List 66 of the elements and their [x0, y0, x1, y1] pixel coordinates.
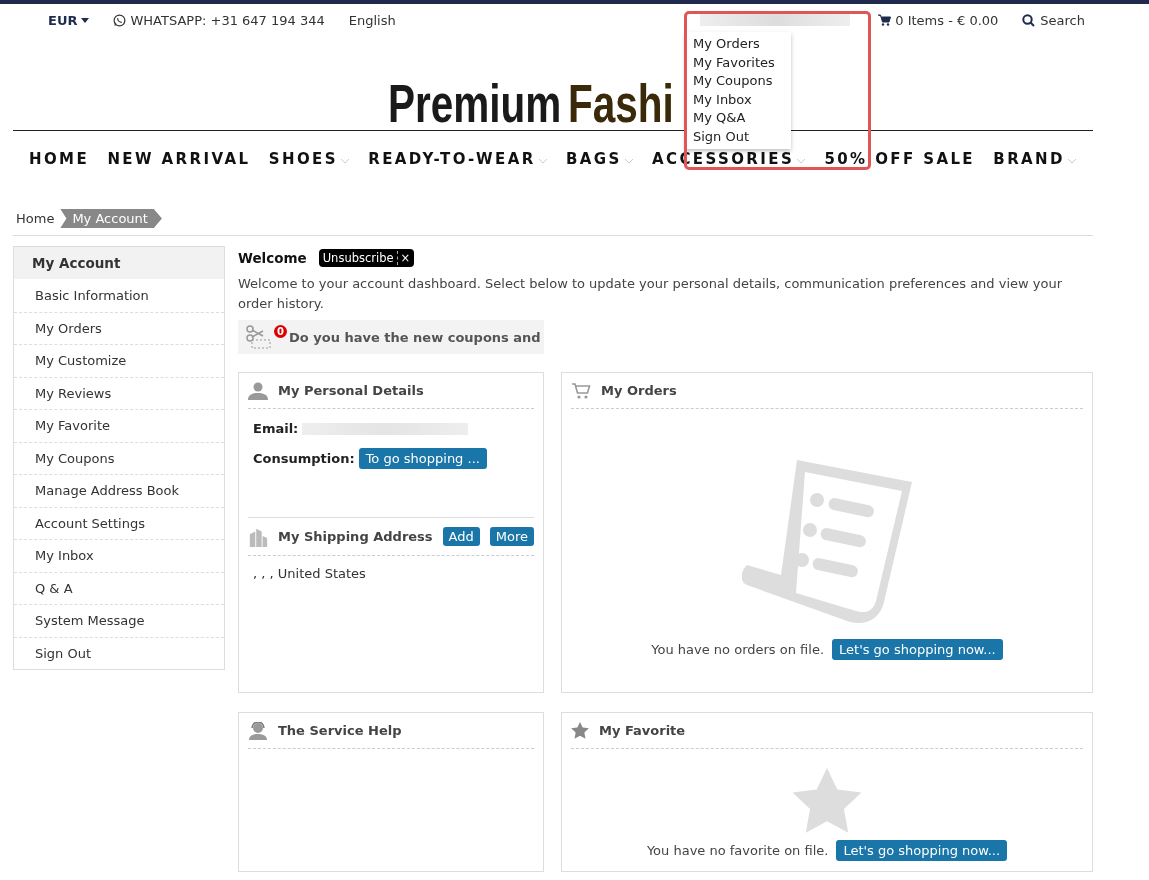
field-label: Email: — [253, 421, 299, 436]
card-title: My Personal Details — [278, 383, 424, 398]
card-title: My Shipping Address — [278, 529, 433, 544]
sidebar-item[interactable]: My Inbox — [14, 539, 224, 572]
nav-link[interactable]: BAGS — [565, 149, 634, 168]
nav-link[interactable]: NEW ARRIVAL — [107, 149, 251, 168]
coupon-banner[interactable]: 0 Do you have the new coupons and — [238, 320, 544, 354]
cart-icon — [571, 381, 591, 400]
menu-item[interactable]: My Orders — [693, 35, 783, 54]
breadcrumb-current: My Account — [60, 209, 162, 228]
address-text: , , , United States — [252, 565, 367, 583]
star-icon — [571, 722, 589, 739]
currency-selector[interactable]: EUR — [48, 12, 90, 28]
field-label: Consumption: — [253, 451, 355, 466]
logo-text[interactable]: Premium — [388, 76, 562, 130]
search-link[interactable]: Search — [1040, 12, 1085, 28]
sidebar-item[interactable]: Sign Out — [14, 636, 224, 669]
nav-link[interactable]: 50% OFF SALE — [824, 149, 975, 168]
sidebar-item[interactable]: Basic Information — [14, 279, 224, 312]
sidebar-title: My Account — [14, 247, 224, 279]
shopping-button[interactable]: Let's go shopping now... — [832, 639, 1003, 660]
nav-link[interactable]: SHOES — [268, 149, 350, 168]
caret-icon — [81, 17, 90, 23]
empty-orders-text: You have no orders on file. — [651, 642, 825, 657]
sidebar-item[interactable]: Q & A — [14, 571, 224, 604]
star-icon — [792, 768, 862, 834]
coupon-text: Do you have the new coupons and — [289, 329, 541, 345]
shopping-button[interactable]: Let's go shopping now... — [836, 840, 1008, 861]
welcome-title: Welcome — [238, 250, 307, 266]
scissors-icon — [246, 325, 272, 349]
whatsapp-icon — [113, 13, 127, 27]
sidebar-item[interactable]: My Favorite — [14, 409, 224, 442]
menu-item[interactable]: My Coupons — [693, 72, 783, 91]
more-button[interactable]: More — [489, 527, 534, 546]
welcome-text: Welcome to your account dashboard. Select below to update your personal details, communication preferences and view your order history. — [238, 275, 1064, 313]
sidebar-item[interactable]: My Coupons — [14, 441, 224, 474]
sidebar-item[interactable]: My Reviews — [14, 376, 224, 409]
menu-item[interactable]: My Q&A — [693, 109, 783, 128]
breadcrumb-link[interactable]: Home — [16, 211, 55, 226]
logo-text[interactable]: Fashi — [568, 76, 674, 130]
search-icon — [1022, 13, 1036, 27]
nav-link[interactable]: BRAND — [993, 149, 1077, 168]
whatsapp-contact: WHATSAPP: +31 647 194 344 — [130, 12, 325, 28]
language-selector[interactable]: English — [348, 12, 396, 28]
sidebar-item[interactable]: Account Settings — [14, 506, 224, 539]
sidebar-item[interactable]: My Orders — [14, 311, 224, 344]
unsubscribe-button[interactable]: Unsubscribe × — [318, 249, 415, 267]
sidebar-item[interactable]: My Customize — [14, 344, 224, 377]
coupon-count-badge: 0 — [274, 325, 287, 338]
empty-favorite-text: You have no favorite on file. — [646, 843, 829, 858]
menu-item[interactable]: My Inbox — [693, 90, 783, 109]
card-title: My Favorite — [599, 723, 686, 738]
cart-link[interactable]: 0 Items - € 0.00 — [895, 12, 999, 28]
headset-person-icon — [248, 721, 268, 740]
add-button[interactable]: Add — [442, 527, 480, 546]
cart-icon — [878, 14, 892, 26]
card-title: My Orders — [601, 383, 677, 398]
nav-link[interactable]: HOME — [29, 149, 90, 168]
sidebar-item[interactable]: Manage Address Book — [14, 474, 224, 507]
person-icon — [248, 381, 268, 400]
card-title: The Service Help — [278, 723, 402, 738]
shopping-button[interactable]: To go shopping ... — [358, 448, 487, 469]
nav-link[interactable]: READY-TO-WEAR — [368, 149, 548, 168]
menu-item[interactable]: My Favorites — [693, 53, 783, 72]
menu-item[interactable]: Sign Out — [693, 127, 783, 146]
sidebar-item[interactable]: System Message — [14, 604, 224, 637]
